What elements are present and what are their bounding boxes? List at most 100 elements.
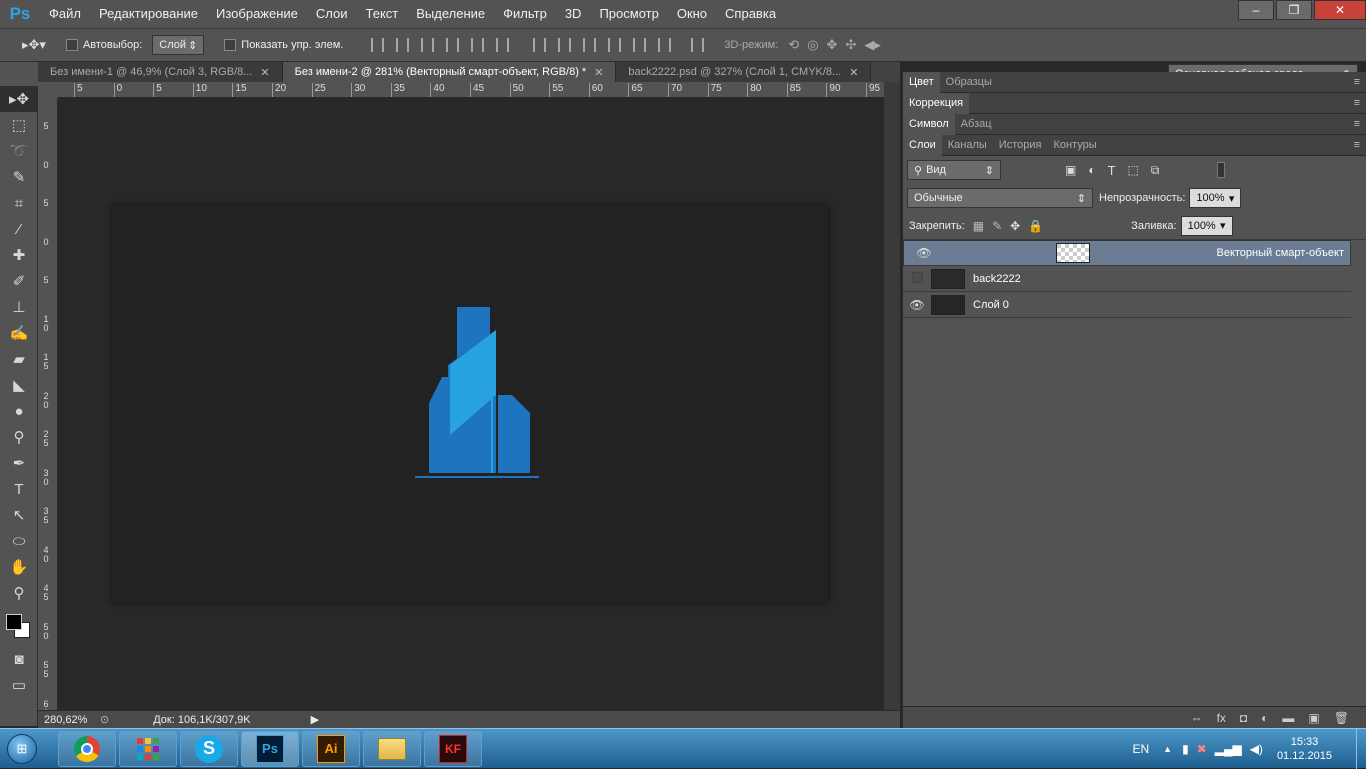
move-tool-icon[interactable]: ▸✥▾ bbox=[22, 37, 46, 53]
tab-document-3[interactable]: back2222.psd @ 327% (Слой 1, CMYK/8... ✕ bbox=[616, 62, 872, 82]
filter-shape-icon[interactable]: ⬚ bbox=[1128, 163, 1139, 177]
eraser-tool-icon[interactable]: ▰ bbox=[0, 346, 38, 372]
distribute-hcenter-icon[interactable] bbox=[633, 38, 647, 52]
healing-tool-icon[interactable]: ✚ bbox=[0, 242, 38, 268]
quick-select-tool-icon[interactable]: ✎ bbox=[0, 164, 38, 190]
panel-menu-icon[interactable]: ≡ bbox=[1354, 76, 1360, 88]
auto-align-icon[interactable] bbox=[691, 38, 705, 52]
clock[interactable]: 15:33 01.12.2015 bbox=[1277, 735, 1332, 763]
crop-tool-icon[interactable]: ⌗ bbox=[0, 190, 38, 216]
distribute-vcenter-icon[interactable] bbox=[558, 38, 572, 52]
close-button[interactable]: ✕ bbox=[1314, 0, 1366, 20]
eye-icon[interactable]: 👁 bbox=[910, 246, 938, 260]
path-select-tool-icon[interactable]: ↖ bbox=[0, 502, 38, 528]
link-layers-icon[interactable]: ⇔ bbox=[1191, 711, 1203, 725]
pen-tool-icon[interactable]: ✒ bbox=[0, 450, 38, 476]
document-canvas[interactable] bbox=[112, 205, 828, 603]
ruler-horizontal[interactable]: 5 0 5 10 15 20 25 30 35 40 45 50 55 60 65 70 75 80 85 90 95 bbox=[58, 82, 884, 98]
3d-rotate-icon[interactable]: ⟲ bbox=[788, 37, 799, 53]
ruler-corner[interactable] bbox=[38, 82, 58, 98]
ruler-vertical[interactable]: 5 0 5 0 5 1 0 1 5 2 0 2 5 3 0 3 5 4 0 4 5 5 0 5 5 6 0 bbox=[38, 98, 58, 710]
autoselect-dropdown[interactable]: Слой ⇕ bbox=[152, 35, 205, 55]
panel-menu-icon[interactable]: ≡ bbox=[1354, 118, 1360, 130]
layer-row-back2222[interactable]: back2222 bbox=[903, 266, 1351, 292]
signal-icon[interactable]: ▂▄▆ bbox=[1215, 742, 1242, 756]
stamp-tool-icon[interactable]: ⊥ bbox=[0, 294, 38, 320]
3d-slide-icon[interactable]: ✣ bbox=[845, 37, 856, 53]
distribute-top-icon[interactable] bbox=[533, 38, 547, 52]
close-icon[interactable]: ✕ bbox=[594, 66, 603, 79]
start-button[interactable]: ⊞ bbox=[0, 729, 44, 769]
3d-pan-icon[interactable]: ✥ bbox=[827, 37, 838, 53]
tab-paragraph[interactable]: Абзац bbox=[955, 114, 998, 135]
autoselect-checkbox[interactable] bbox=[65, 39, 78, 51]
filter-smartobject-icon[interactable]: ⧉ bbox=[1151, 163, 1160, 178]
tab-swatches[interactable]: Образцы bbox=[940, 72, 998, 93]
layer-style-icon[interactable]: fx bbox=[1217, 711, 1226, 725]
adjustment-layer-icon[interactable]: ◐ bbox=[1261, 711, 1268, 725]
device-icon[interactable]: ▮ bbox=[1182, 742, 1189, 756]
menu-file[interactable]: Файл bbox=[40, 0, 90, 28]
3d-scale-icon[interactable]: ◀▸ bbox=[864, 37, 881, 53]
lock-all-icon[interactable]: 🔒 bbox=[1028, 219, 1043, 233]
tab-paths[interactable]: Контуры bbox=[1047, 135, 1102, 156]
opacity-input[interactable]: 100% ▾ bbox=[1189, 188, 1242, 208]
taskbar-photoshop[interactable]: Ps bbox=[241, 730, 299, 767]
status-menu-icon[interactable]: ▶ bbox=[311, 713, 319, 726]
taskbar-chrome[interactable] bbox=[58, 730, 116, 767]
tray-expand-icon[interactable]: ▲ bbox=[1163, 744, 1172, 754]
distribute-right-icon[interactable] bbox=[658, 38, 672, 52]
align-top-icon[interactable] bbox=[371, 38, 385, 52]
distribute-bottom-icon[interactable] bbox=[583, 38, 597, 52]
taskbar-explorer[interactable] bbox=[363, 730, 421, 767]
tab-document-2[interactable]: Без имени-2 @ 281% (Векторный смарт-объе… bbox=[282, 62, 617, 82]
layer-row-layer0[interactable]: 👁 Слой 0 bbox=[903, 292, 1351, 318]
filter-adjustment-icon[interactable]: ◐ bbox=[1088, 163, 1095, 177]
move-tool-icon[interactable]: ▸✥ bbox=[0, 86, 38, 112]
tab-document-1[interactable]: Без имени-1 @ 46,9% (Слой 3, RGB/8... ✕ bbox=[38, 62, 283, 82]
visibility-off-icon[interactable] bbox=[903, 271, 931, 286]
tab-layers[interactable]: Слои bbox=[903, 134, 942, 156]
menu-layers[interactable]: Слои bbox=[307, 0, 357, 28]
new-layer-icon[interactable]: ▣ bbox=[1308, 711, 1319, 725]
align-right-icon[interactable] bbox=[496, 38, 510, 52]
blend-mode-dropdown[interactable]: Обычные ⇕ bbox=[907, 188, 1093, 208]
menu-select[interactable]: Выделение bbox=[407, 0, 494, 28]
zoom-level[interactable]: 280,62% bbox=[44, 714, 92, 726]
tab-channels[interactable]: Каналы bbox=[942, 135, 993, 156]
lock-brush-icon[interactable]: ✎ bbox=[992, 219, 1002, 233]
tab-history[interactable]: История bbox=[993, 135, 1048, 156]
align-hcenter-icon[interactable] bbox=[471, 38, 485, 52]
menu-window[interactable]: Окно bbox=[668, 0, 716, 28]
status-settings-icon[interactable]: ⊙ bbox=[100, 713, 109, 726]
close-icon[interactable]: ✕ bbox=[849, 66, 858, 79]
taskbar-apps[interactable] bbox=[119, 730, 177, 767]
ellipse-tool-icon[interactable]: ⬭ bbox=[0, 528, 38, 554]
dodge-tool-icon[interactable]: ⚲ bbox=[0, 424, 38, 450]
new-group-icon[interactable]: ▬ bbox=[1282, 711, 1294, 725]
type-tool-icon[interactable]: T bbox=[0, 476, 38, 502]
menu-edit[interactable]: Редактирование bbox=[90, 0, 207, 28]
lock-move-icon[interactable]: ✥ bbox=[1010, 219, 1020, 233]
brush-tool-icon[interactable]: ✐ bbox=[0, 268, 38, 294]
restore-button[interactable]: ❐ bbox=[1276, 0, 1312, 20]
tab-color[interactable]: Цвет bbox=[903, 71, 940, 93]
color-swatches[interactable] bbox=[0, 606, 38, 646]
zoom-tool-icon[interactable]: ⚲ bbox=[0, 580, 38, 606]
paint-bucket-tool-icon[interactable]: ◣ bbox=[0, 372, 38, 398]
distribute-left-icon[interactable] bbox=[608, 38, 622, 52]
hand-tool-icon[interactable]: ✋ bbox=[0, 554, 38, 580]
minimize-button[interactable]: – bbox=[1238, 0, 1274, 20]
screen-mode-icon[interactable]: ▭ bbox=[0, 672, 38, 698]
taskbar-skype[interactable]: S bbox=[180, 730, 238, 767]
layer-row-smart-object[interactable]: 👁 Векторный смарт-объект bbox=[903, 240, 1351, 266]
language-indicator[interactable]: EN bbox=[1132, 742, 1149, 756]
close-icon[interactable]: ✕ bbox=[260, 66, 269, 79]
filter-type-icon[interactable]: T bbox=[1108, 163, 1116, 178]
taskbar-illustrator[interactable]: Ai bbox=[302, 730, 360, 767]
panel-menu-icon[interactable]: ≡ bbox=[1354, 97, 1360, 109]
delete-layer-icon[interactable]: 🗑 bbox=[1334, 711, 1349, 725]
align-vcenter-icon[interactable] bbox=[396, 38, 410, 52]
layer-mask-icon[interactable]: ◘ bbox=[1240, 711, 1247, 725]
eye-icon[interactable]: 👁 bbox=[903, 298, 931, 312]
